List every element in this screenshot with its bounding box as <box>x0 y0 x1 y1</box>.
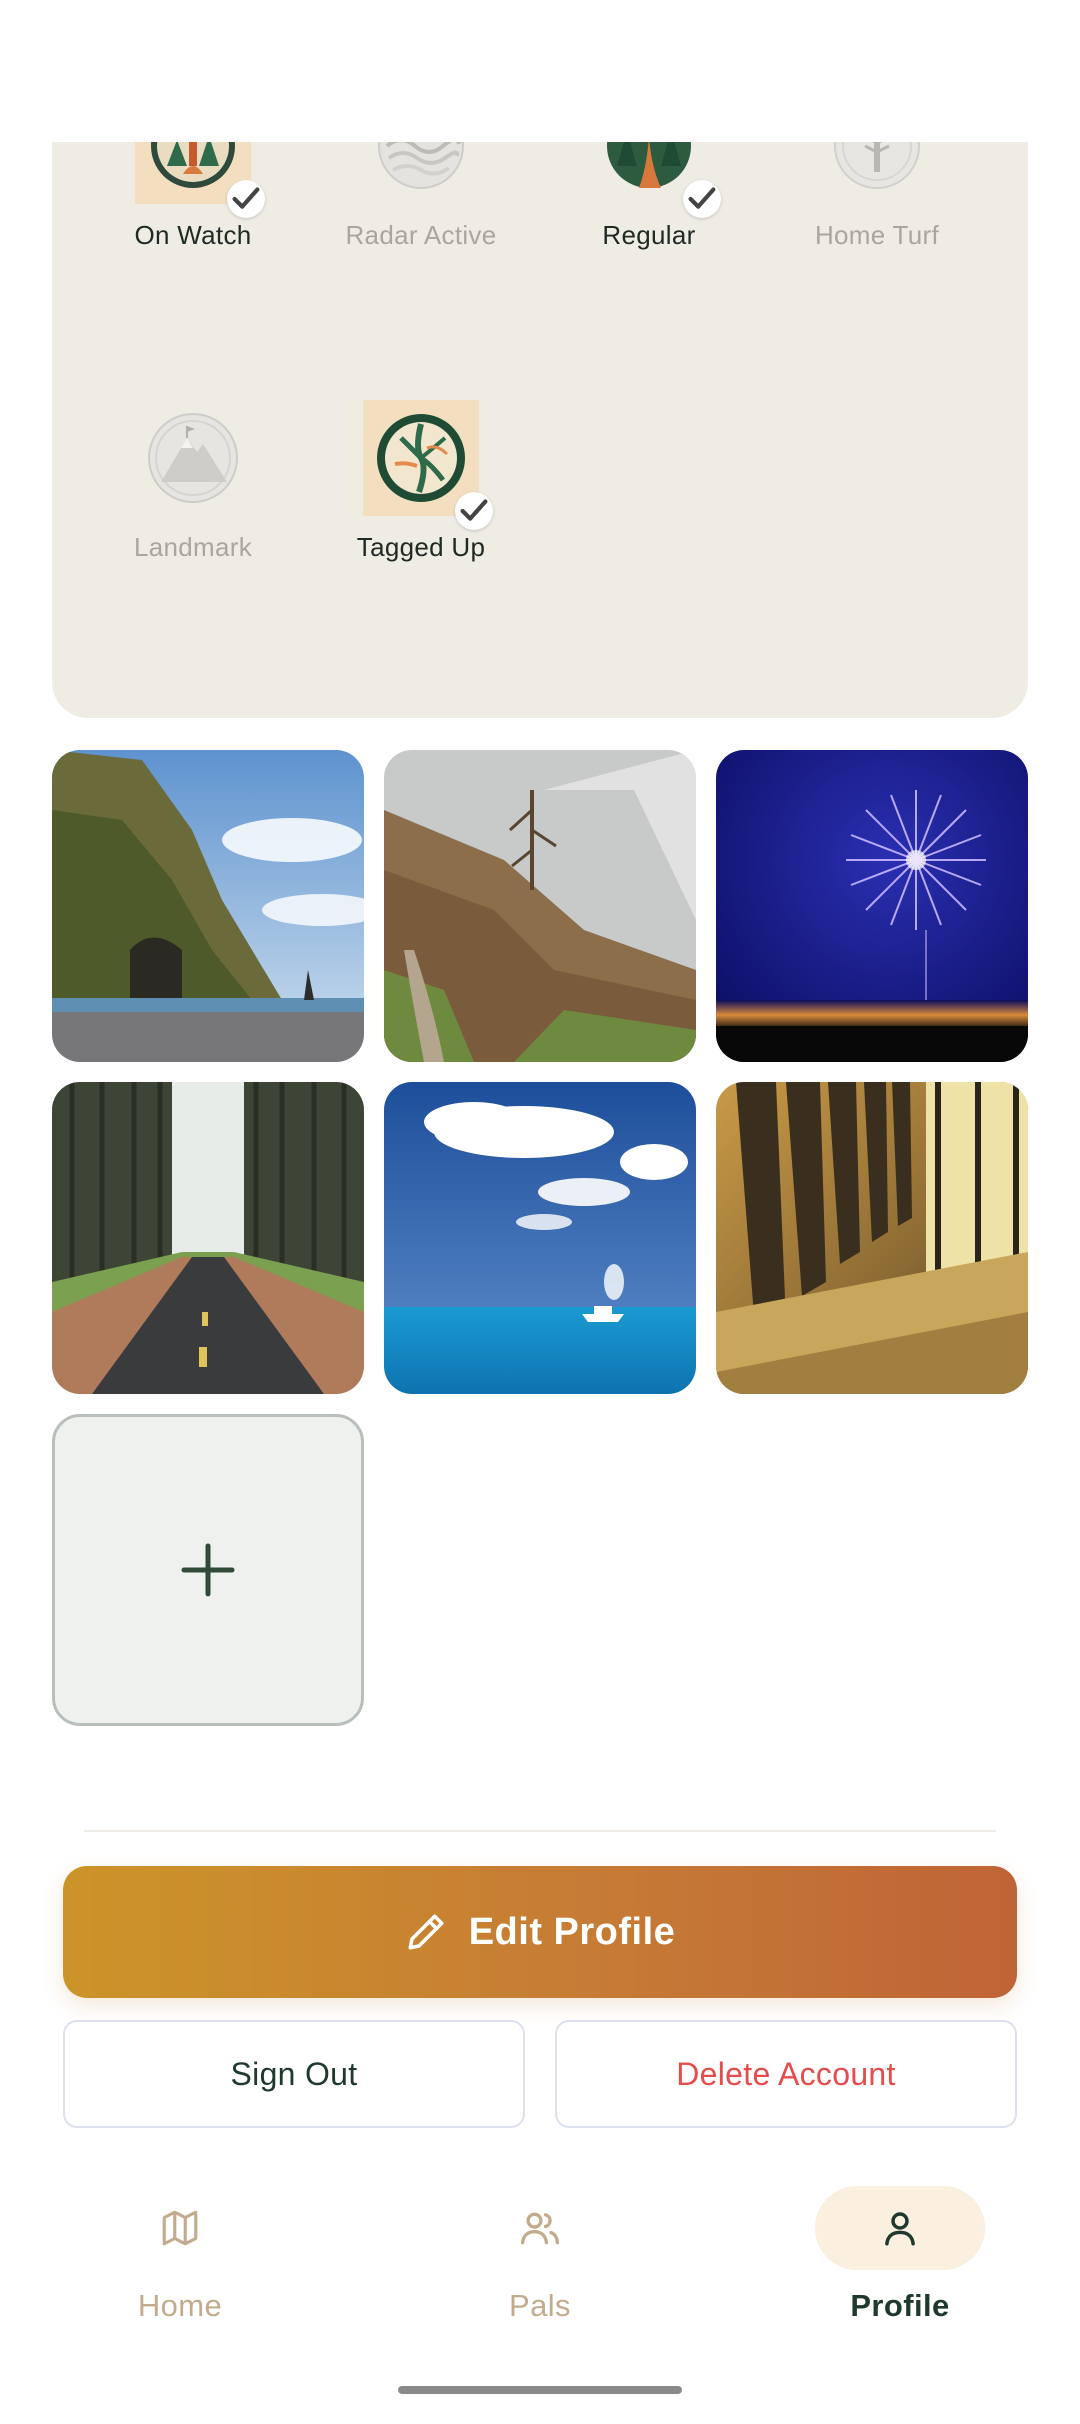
plus-icon <box>181 1543 235 1597</box>
add-photo-button[interactable] <box>52 1414 364 1726</box>
user-icon <box>885 2212 915 2246</box>
edit-profile-label: Edit Profile <box>468 1910 676 1953</box>
pencil-icon <box>408 1914 444 1950</box>
home-indicator <box>398 2386 682 2394</box>
nav-label-pals: Pals <box>509 2288 571 2323</box>
mountain-badge-icon <box>135 400 251 516</box>
tree-rings-badge-icon <box>363 400 493 530</box>
map-icon <box>162 2210 198 2246</box>
badges-card: On Watch Radar Active Regular Home Turf … <box>52 142 1028 718</box>
nav-label-profile: Profile <box>850 2288 950 2323</box>
badge-on-watch[interactable]: On Watch <box>79 142 307 251</box>
edit-profile-button[interactable]: Edit Profile <box>63 1866 1017 1998</box>
nav-item-home[interactable]: Home <box>95 2186 265 2336</box>
badge-label: Landmark <box>133 532 253 562</box>
photo-ocean-boat[interactable] <box>384 1082 696 1394</box>
forest-lookout-badge-icon <box>135 142 265 218</box>
nav-item-profile[interactable]: Profile <box>815 2186 985 2336</box>
nav-label-home: Home <box>137 2288 223 2323</box>
badge-regular[interactable]: Regular <box>535 142 763 251</box>
check-icon <box>455 492 493 530</box>
waves-badge-icon <box>363 142 479 204</box>
sign-out-button[interactable]: Sign Out <box>63 2020 525 2128</box>
check-icon <box>683 180 721 218</box>
photo-sea-cliff-beach[interactable] <box>52 750 364 1062</box>
badge-home-turf[interactable]: Home Turf <box>763 142 991 251</box>
badge-label: Regular <box>602 220 696 250</box>
nav-item-pals[interactable]: Pals <box>455 2186 625 2336</box>
photo-fireworks-night[interactable] <box>716 750 1028 1062</box>
forest-path-badge-icon <box>591 142 721 218</box>
check-icon <box>227 180 265 218</box>
photo-warm-seating-rows[interactable] <box>716 1082 1028 1394</box>
badge-label: On Watch <box>134 220 252 250</box>
photo-misty-mountain-trail[interactable] <box>384 750 696 1062</box>
badge-tagged-up[interactable]: Tagged Up <box>307 400 535 563</box>
delete-account-button[interactable]: Delete Account <box>555 2020 1017 2128</box>
divider <box>84 1830 996 1832</box>
badge-label: Home Turf <box>814 220 940 250</box>
users-icon <box>520 2212 560 2245</box>
badge-radar-active[interactable]: Radar Active <box>307 142 535 251</box>
tree-badge-icon <box>819 142 935 204</box>
badge-landmark[interactable]: Landmark <box>79 400 307 563</box>
badge-label: Tagged Up <box>356 532 486 562</box>
badge-label: Radar Active <box>345 220 497 250</box>
photo-forest-road[interactable] <box>52 1082 364 1394</box>
